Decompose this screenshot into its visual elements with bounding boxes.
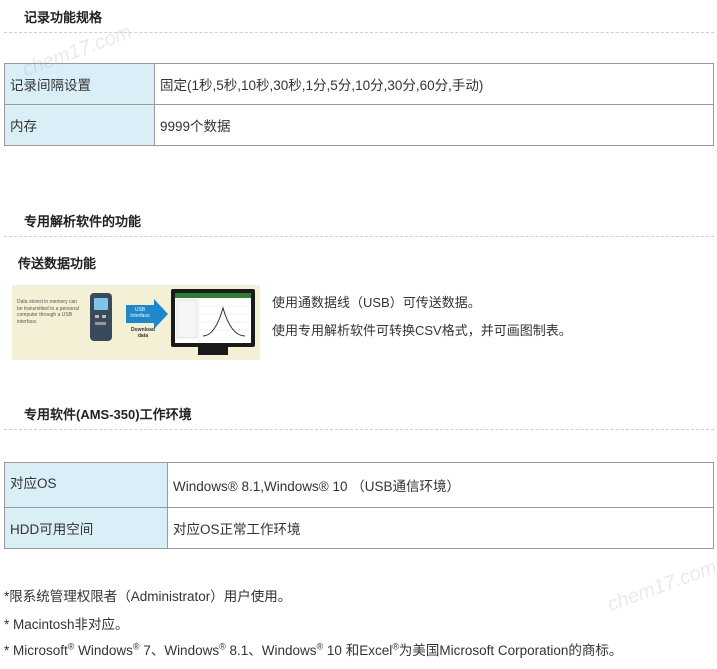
section-title-recording: 记录功能规格 (24, 10, 103, 25)
data-transfer-graphic: Data stored in memory can be transmitted… (12, 285, 260, 360)
table-row: HDD可用空间 对应OS正常工作环境 (4, 507, 714, 549)
note-text: 为美国Microsoft Corporation的商标。 (398, 643, 623, 658)
note-mac: * Macintosh非对应。 (4, 617, 129, 632)
reg-mark: ® (392, 641, 399, 652)
subsection-title-transfer: 传送数据功能 (18, 256, 97, 271)
chart-preview-icon (175, 298, 251, 343)
note-text: 8.1、Windows (225, 643, 317, 658)
row-value: 9999个数据 (154, 104, 714, 146)
usb-label: USB Interface (130, 307, 150, 319)
row-key: 对应OS (4, 462, 168, 508)
recording-spec-table: 记录间隔设置 固定(1秒,5秒,10秒,30秒,1分,5分,10分,30分,60… (4, 63, 714, 146)
row-value: Windows® 8.1,Windows® 10 （USB通信环境） (167, 462, 714, 508)
reg-mark: ® (219, 641, 226, 652)
note-text: * Microsoft (4, 643, 68, 658)
row-key: HDD可用空间 (4, 507, 168, 549)
reg-mark: ® (132, 641, 140, 652)
note-text: 7、Windows (139, 643, 220, 658)
divider (4, 236, 714, 237)
transfer-description-line: 使用通数据线（USB）可传送数据。 (272, 295, 481, 310)
note-trademark: * Microsoft® Windows® 7、Windows® 8.1、Win… (4, 639, 622, 659)
table-row: 记录间隔设置 固定(1秒,5秒,10秒,30秒,1分,5分,10分,30分,60… (4, 63, 714, 105)
section-title-environment: 专用软件(AMS-350)工作环境 (24, 407, 192, 422)
divider (4, 429, 714, 430)
table-row: 内存 9999个数据 (4, 104, 714, 146)
row-value: 固定(1秒,5秒,10秒,30秒,1分,5分,10分,30分,60分,手动) (154, 63, 714, 105)
graphic-caption: Data stored in memory can be transmitted… (17, 299, 79, 325)
monitor-icon (171, 289, 255, 347)
table-row: 对应OS Windows® 8.1,Windows® 10 （USB通信环境） (4, 462, 714, 508)
section-title-software: 专用解析软件的功能 (24, 214, 142, 229)
monitor-stand (198, 347, 228, 355)
row-key: 内存 (4, 104, 155, 146)
download-label: Download data (131, 327, 155, 339)
note-text: 10 和Excel (323, 643, 393, 658)
transfer-description-line: 使用专用解析软件可转换CSV格式，并可画图制表。 (272, 323, 572, 338)
environment-table: 对应OS Windows® 8.1,Windows® 10 （USB通信环境） … (4, 462, 714, 549)
row-value: 对应OS正常工作环境 (167, 507, 714, 549)
note-text: Windows (74, 643, 133, 658)
note-admin: *限系统管理权限者（Administrator）用户使用。 (4, 589, 292, 604)
watermark: chem17.com (604, 556, 717, 616)
arrow-head (154, 299, 168, 329)
data-logger-icon (90, 293, 112, 341)
